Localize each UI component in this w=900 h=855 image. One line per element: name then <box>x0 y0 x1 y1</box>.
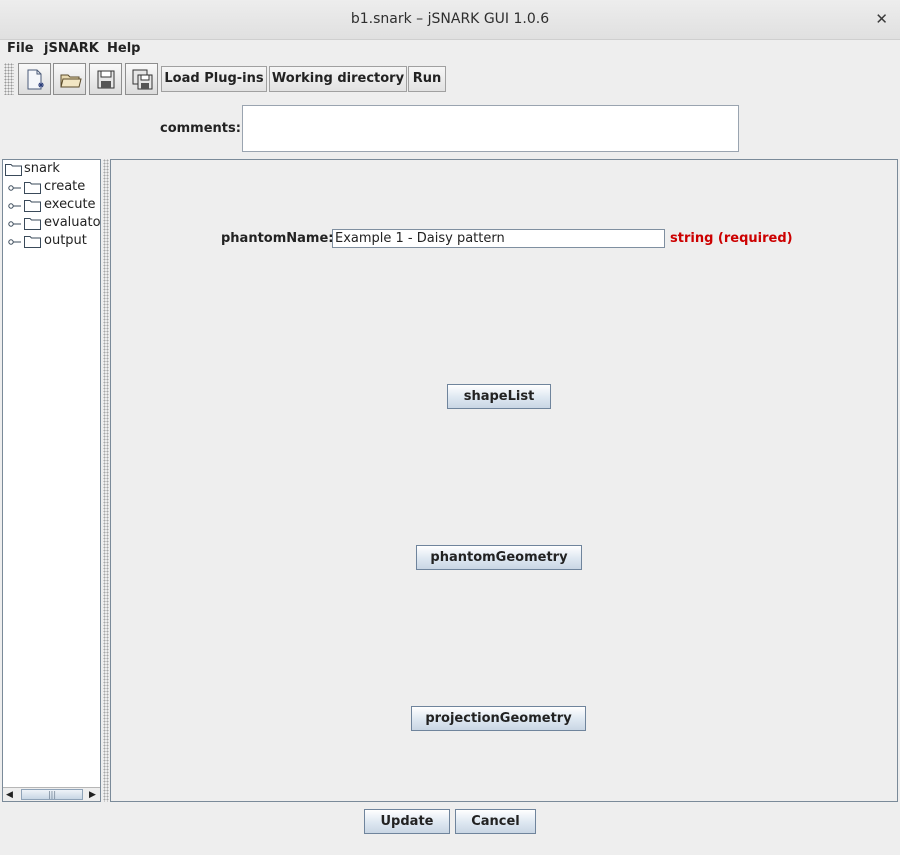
load-plugins-button[interactable]: Load Plug-ins <box>161 66 267 92</box>
cancel-button[interactable]: Cancel <box>455 809 536 834</box>
toolbar-grip[interactable] <box>4 63 14 95</box>
folder-icon <box>5 164 22 176</box>
tree-item-output[interactable]: output <box>5 233 100 251</box>
title-bar: b1.snark – jSNARK GUI 1.0.6 ✕ <box>0 0 900 40</box>
working-directory-button[interactable]: Working directory <box>269 66 407 92</box>
save-as-icon <box>132 69 153 90</box>
open-folder-button[interactable] <box>53 63 86 95</box>
scroll-left-icon[interactable]: ◀ <box>6 790 13 800</box>
update-button[interactable]: Update <box>364 809 450 834</box>
new-document-icon <box>27 69 44 90</box>
open-folder-icon <box>60 74 82 88</box>
main-form-panel: phantomName: Example 1 - Daisy pattern s… <box>110 159 898 802</box>
close-icon[interactable]: ✕ <box>875 10 888 28</box>
save-icon <box>97 70 115 89</box>
tree-item-label: output <box>44 233 87 248</box>
tree-item-execute[interactable]: execute <box>5 197 100 215</box>
tree-root[interactable]: snark <box>5 161 100 179</box>
menu-bar: File jSNARK Help <box>0 40 900 60</box>
run-button[interactable]: Run <box>408 66 446 92</box>
tree-item-evaluator[interactable]: evaluator <box>5 215 100 233</box>
window-title: b1.snark – jSNARK GUI 1.0.6 <box>350 11 550 27</box>
new-document-button[interactable] <box>18 63 51 95</box>
menu-jsnark[interactable]: jSNARK <box>44 41 99 56</box>
projection-geometry-button[interactable]: projectionGeometry <box>411 706 586 731</box>
folder-icon <box>24 182 41 194</box>
phantom-geometry-button[interactable]: phantomGeometry <box>416 545 582 570</box>
tree-item-create[interactable]: create <box>5 179 100 197</box>
tree-panel: snark create execute evaluator output ◀ … <box>2 159 101 802</box>
phantom-name-type: string (required) <box>670 231 793 246</box>
tree-item-label: execute <box>44 197 96 212</box>
save-button[interactable] <box>89 63 122 95</box>
shape-list-button[interactable]: shapeList <box>447 384 551 409</box>
tree-horizontal-scrollbar[interactable]: ◀ ||| ▶ <box>3 787 100 801</box>
save-as-button[interactable] <box>125 63 158 95</box>
folder-icon <box>24 200 41 212</box>
tree-item-label: create <box>44 179 86 194</box>
folder-icon <box>24 218 41 230</box>
scroll-right-icon[interactable]: ▶ <box>89 790 96 800</box>
comments-label: comments: <box>160 121 241 136</box>
tree-root-label: snark <box>24 161 60 176</box>
split-pane-divider[interactable] <box>103 159 109 802</box>
phantom-name-label: phantomName: <box>221 231 334 246</box>
menu-file[interactable]: File <box>7 41 34 56</box>
tree-item-label: evaluator <box>44 215 100 230</box>
folder-icon <box>24 236 41 248</box>
tree-expand-handle-icon[interactable] <box>8 201 22 211</box>
tree-expand-handle-icon[interactable] <box>8 183 22 193</box>
menu-help[interactable]: Help <box>107 41 140 56</box>
tree-expand-handle-icon[interactable] <box>8 237 22 247</box>
toolbar: Load Plug-ins Working directory Run <box>0 60 900 98</box>
tree-expand-handle-icon[interactable] <box>8 219 22 229</box>
scrollbar-thumb[interactable]: ||| <box>21 789 83 800</box>
phantom-name-input[interactable]: Example 1 - Daisy pattern <box>332 229 665 248</box>
comments-textarea[interactable] <box>242 105 739 152</box>
